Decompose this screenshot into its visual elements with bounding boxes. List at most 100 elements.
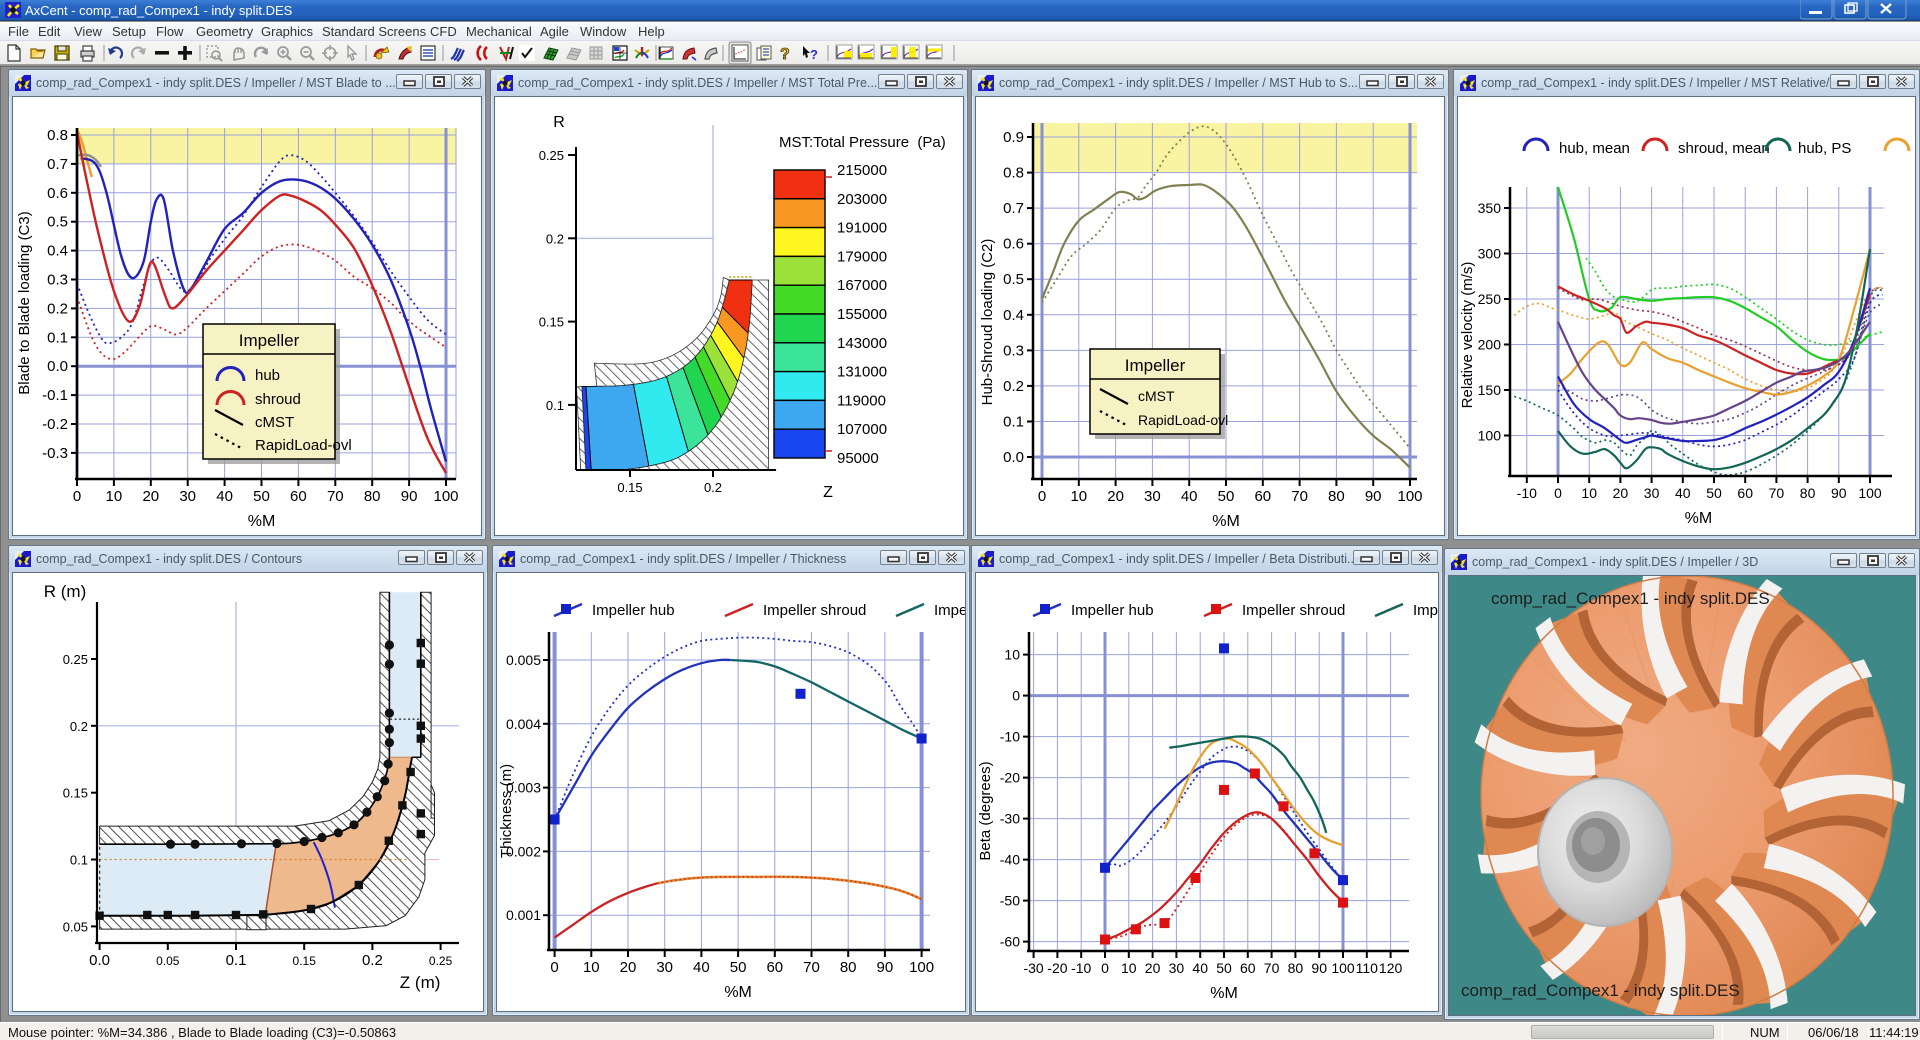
svg-text:0.2: 0.2 xyxy=(47,300,68,317)
svg-text:50: 50 xyxy=(253,488,270,505)
svg-text:40: 40 xyxy=(1192,960,1208,976)
svg-text:50: 50 xyxy=(730,959,747,976)
svg-text:-20: -20 xyxy=(1047,960,1067,976)
svg-text:0.0: 0.0 xyxy=(1003,449,1024,466)
svg-text:0.15: 0.15 xyxy=(63,786,88,801)
svg-text:comp_rad_Compex1 - indy split.: comp_rad_Compex1 - indy split.DES xyxy=(1491,589,1770,608)
svg-text:Z: Z xyxy=(823,484,833,501)
svg-text:0: 0 xyxy=(1101,960,1109,976)
svg-text:0.15: 0.15 xyxy=(293,954,317,968)
svg-text:60: 60 xyxy=(1240,960,1256,976)
svg-text:0.9: 0.9 xyxy=(1003,129,1024,146)
svg-text:0.15: 0.15 xyxy=(617,480,642,495)
svg-text:0: 0 xyxy=(550,959,558,976)
svg-text:100: 100 xyxy=(1478,428,1502,444)
svg-text:10: 10 xyxy=(1121,960,1137,976)
svg-text:-10: -10 xyxy=(1000,729,1020,745)
svg-text:-0.3: -0.3 xyxy=(42,445,68,462)
svg-text:0.8: 0.8 xyxy=(47,127,68,144)
svg-text:-0.2: -0.2 xyxy=(42,416,68,433)
svg-text:-20: -20 xyxy=(1000,770,1020,786)
svg-text:Z (m): Z (m) xyxy=(400,973,441,992)
svg-text:0.5: 0.5 xyxy=(47,214,68,231)
svg-text:80: 80 xyxy=(364,488,381,505)
svg-text:0.1: 0.1 xyxy=(546,398,564,413)
svg-text:0.001: 0.001 xyxy=(506,907,541,923)
svg-text:107000: 107000 xyxy=(837,421,887,438)
svg-text:100: 100 xyxy=(433,488,458,505)
svg-text:0.25: 0.25 xyxy=(63,652,88,667)
svg-text:40: 40 xyxy=(693,959,710,976)
svg-text:203000: 203000 xyxy=(837,191,887,208)
svg-text:215000: 215000 xyxy=(837,162,887,179)
svg-text:0.1: 0.1 xyxy=(47,329,68,346)
svg-text:RapidLoad-ovl: RapidLoad-ovl xyxy=(1138,412,1228,428)
svg-text:0.05: 0.05 xyxy=(156,954,180,968)
svg-text:Blade to Blade loading (C3): Blade to Blade loading (C3) xyxy=(16,211,33,394)
svg-text:80: 80 xyxy=(1328,488,1345,505)
svg-text:0.2: 0.2 xyxy=(704,480,722,495)
svg-text:0.8: 0.8 xyxy=(1003,165,1024,182)
svg-text:0.4: 0.4 xyxy=(1003,307,1024,324)
svg-text:Imp: Imp xyxy=(1413,602,1438,619)
svg-text:0.3: 0.3 xyxy=(47,272,68,289)
svg-text:0: 0 xyxy=(73,488,81,505)
svg-text:hub, mean: hub, mean xyxy=(1559,140,1630,157)
svg-text:0.25: 0.25 xyxy=(429,954,453,968)
svg-text:50: 50 xyxy=(1218,488,1235,505)
svg-text:0: 0 xyxy=(1012,688,1020,704)
svg-text:RapidLoad-ovl: RapidLoad-ovl xyxy=(255,437,352,454)
svg-text:0.5: 0.5 xyxy=(1003,271,1024,288)
svg-text:250: 250 xyxy=(1478,291,1502,307)
svg-text:100: 100 xyxy=(1858,485,1882,501)
svg-text:-60: -60 xyxy=(1000,934,1020,950)
svg-text:100: 100 xyxy=(1397,488,1422,505)
svg-text:30: 30 xyxy=(1144,488,1161,505)
svg-text:40: 40 xyxy=(1181,488,1198,505)
svg-text:0: 0 xyxy=(1554,485,1562,501)
svg-text:119000: 119000 xyxy=(837,392,886,409)
svg-text:30: 30 xyxy=(1644,485,1660,501)
svg-text:95000: 95000 xyxy=(837,450,879,467)
svg-text:0.2: 0.2 xyxy=(546,231,564,246)
svg-text:0.0: 0.0 xyxy=(47,358,68,375)
svg-text:30: 30 xyxy=(656,959,673,976)
svg-text:131000: 131000 xyxy=(837,364,887,381)
svg-text:191000: 191000 xyxy=(837,220,887,237)
svg-text:10: 10 xyxy=(1004,647,1020,663)
svg-text:0.2: 0.2 xyxy=(70,719,88,734)
svg-text:0.1: 0.1 xyxy=(226,952,247,969)
svg-text:120: 120 xyxy=(1379,960,1403,976)
svg-text:70: 70 xyxy=(803,959,820,976)
svg-text:-0.1: -0.1 xyxy=(42,387,68,404)
svg-text:0.005: 0.005 xyxy=(506,652,541,668)
svg-text:50: 50 xyxy=(1216,960,1232,976)
svg-text:100: 100 xyxy=(909,959,934,976)
svg-text:%M: %M xyxy=(1210,985,1238,1002)
svg-text:%M: %M xyxy=(1212,513,1240,530)
svg-text:90: 90 xyxy=(1311,960,1327,976)
svg-text:Relative velocity (m/s): Relative velocity (m/s) xyxy=(1459,262,1476,409)
svg-text:shroud: shroud xyxy=(255,391,301,408)
svg-text:Thickness (m): Thickness (m) xyxy=(498,764,515,858)
svg-text:hub: hub xyxy=(255,367,280,384)
svg-text:10: 10 xyxy=(106,488,123,505)
svg-text:-30: -30 xyxy=(1000,811,1020,827)
svg-text:-30: -30 xyxy=(1023,960,1043,976)
svg-text:80: 80 xyxy=(1288,960,1304,976)
svg-text:200: 200 xyxy=(1478,337,1502,353)
svg-text:Impeller: Impeller xyxy=(1125,356,1186,375)
svg-text:0.7: 0.7 xyxy=(1003,200,1024,217)
svg-text:10: 10 xyxy=(1070,488,1087,505)
svg-text:0.6: 0.6 xyxy=(47,185,68,202)
svg-text:0.7: 0.7 xyxy=(47,156,68,173)
svg-text:60: 60 xyxy=(1254,488,1271,505)
svg-text:30: 30 xyxy=(1169,960,1185,976)
svg-text:90: 90 xyxy=(401,488,418,505)
svg-text:70: 70 xyxy=(1264,960,1280,976)
svg-text:20: 20 xyxy=(142,488,159,505)
svg-text:-40: -40 xyxy=(1000,852,1020,868)
svg-text:Impeller shroud: Impeller shroud xyxy=(763,602,866,619)
svg-text:20: 20 xyxy=(1107,488,1124,505)
svg-text:0.15: 0.15 xyxy=(539,315,564,330)
